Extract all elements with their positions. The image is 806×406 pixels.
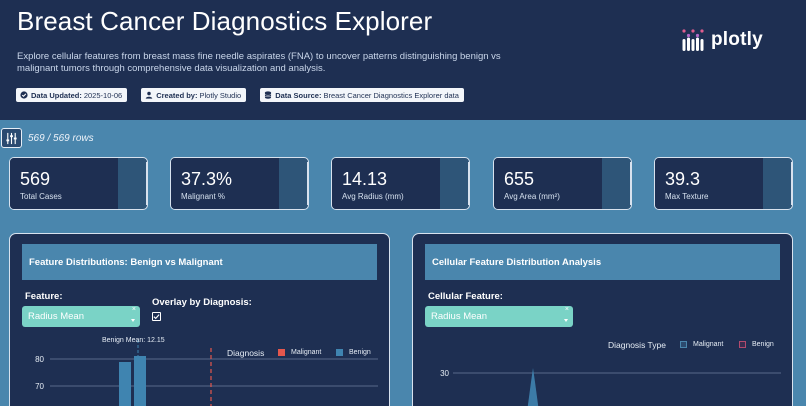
page-title: Breast Cancer Diagnostics Explorer	[17, 6, 433, 36]
y-tick-label: 80	[35, 355, 44, 364]
chart-annotation: Benign Mean: 12.15	[102, 337, 165, 344]
clear-icon[interactable]: ×	[132, 306, 136, 313]
legend-item-malignant[interactable]: Malignant	[680, 341, 723, 348]
header: Breast Cancer Diagnostics Explorer Explo…	[0, 0, 806, 120]
card-title: Feature Distributions: Benign vs Maligna…	[22, 244, 377, 280]
legend-label: Benign	[752, 341, 774, 348]
badge-value: 2025-10-06	[83, 90, 123, 100]
card-title: Cellular Feature Distribution Analysis	[425, 244, 780, 280]
filter-bar: 569 / 569 rows	[0, 128, 94, 148]
check-circle-icon	[20, 91, 28, 99]
cellular-feature-card: Cellular Feature Distribution Analysis C…	[412, 233, 793, 406]
feature-label: Feature:	[25, 291, 63, 302]
legend-item-benign[interactable]: Benign	[336, 349, 371, 356]
filter-toggle-button[interactable]	[1, 128, 22, 148]
badge-key: Data Updated:	[31, 90, 82, 100]
kpi-card-malignant-pct: 37.3% Malignant %	[170, 157, 309, 210]
kpi-card-max-texture: 39.3 Max Texture	[654, 157, 793, 210]
badge-value: Breast Cancer Diagnostics Explorer data	[323, 90, 459, 100]
kpi-value: 569	[20, 169, 51, 189]
created-by-badge: Created by: Plotly Studio	[141, 88, 247, 102]
kpi-label: Max Texture	[665, 192, 709, 201]
kpi-label: Avg Area (mm²)	[504, 192, 560, 201]
y-tick-label: 30	[440, 369, 449, 378]
legend-label: Benign	[349, 349, 371, 356]
sliders-icon	[6, 132, 17, 144]
badge-value: Plotly Studio	[199, 90, 242, 100]
chevron-down-icon	[564, 319, 568, 322]
overlay-label: Overlay by Diagnosis:	[152, 297, 252, 308]
kpi-value: 655	[504, 169, 535, 189]
badge-row: Data Updated: 2025-10-06 Created by: Plo…	[16, 88, 464, 102]
page-subtitle: Explore cellular features from breast ma…	[17, 51, 501, 74]
feature-distribution-card: Feature Distributions: Benign vs Maligna…	[9, 233, 390, 406]
database-icon	[264, 91, 272, 99]
histogram-bar	[134, 356, 146, 406]
feature-select-value: Radius Mean	[431, 311, 487, 322]
rows-count: 569 / 569 rows	[28, 132, 94, 144]
cellular-feature-label: Cellular Feature:	[428, 291, 503, 302]
legend-title: Diagnosis Type	[608, 340, 666, 350]
feature-histogram-chart: 80 70 Benign Mean: 12.15	[35, 337, 378, 406]
legend-item-malignant[interactable]: Malignant	[278, 349, 321, 356]
y-tick-label: 70	[35, 382, 44, 391]
check-icon	[153, 314, 160, 320]
cellular-feature-chart: 30	[440, 368, 781, 406]
feature-select-value: Radius Mean	[28, 311, 84, 322]
overlay-checkbox[interactable]	[152, 312, 161, 321]
badge-key: Data Source:	[275, 90, 322, 100]
kpi-card-avg-area: 655 Avg Area (mm²)	[493, 157, 632, 210]
badge-key: Created by:	[156, 90, 198, 100]
feature-select[interactable]: Radius Mean ×	[22, 306, 140, 327]
logo-text: plotly	[711, 29, 763, 50]
cellular-feature-select[interactable]: Radius Mean ×	[425, 306, 573, 327]
distribution-peak	[527, 368, 539, 406]
plotly-logo: plotly	[681, 28, 763, 52]
plotly-mark-icon	[682, 29, 704, 51]
data-source-badge: Data Source: Breast Cancer Diagnostics E…	[260, 88, 464, 102]
legend-item-benign[interactable]: Benign	[739, 341, 774, 348]
kpi-label: Malignant %	[181, 192, 226, 201]
kpi-card-avg-radius: 14.13 Avg Radius (mm)	[331, 157, 470, 210]
legend-label: Malignant	[693, 341, 724, 348]
kpi-label: Total Cases	[20, 192, 62, 201]
legend-label: Malignant	[291, 349, 322, 356]
user-icon	[146, 91, 153, 99]
kpi-label: Avg Radius (mm)	[342, 192, 404, 201]
kpi-value: 39.3	[665, 169, 701, 189]
kpi-value: 37.3%	[181, 169, 233, 189]
data-updated-badge: Data Updated: 2025-10-06	[16, 88, 128, 102]
kpi-value: 14.13	[342, 169, 388, 189]
kpi-card-total-cases: 569 Total Cases	[9, 157, 148, 210]
chevron-down-icon	[131, 319, 135, 322]
legend-title: Diagnosis	[227, 348, 265, 358]
histogram-bar	[119, 362, 131, 406]
clear-icon[interactable]: ×	[565, 306, 569, 313]
